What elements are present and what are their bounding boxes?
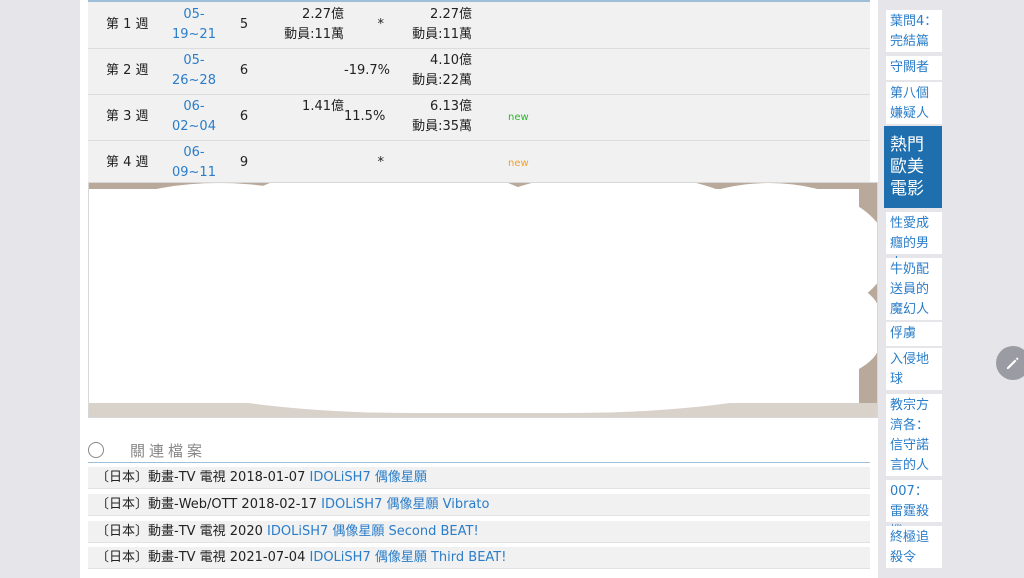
table-row: 第 4 週 06- 09~11 9 * new: [88, 140, 870, 186]
screen-count: 6: [239, 109, 249, 124]
related-files-title: 關連檔案: [130, 442, 207, 460]
screen-count: 5: [239, 17, 249, 32]
redaction-blot: [99, 243, 877, 413]
week-label: 第 3 週: [106, 109, 149, 124]
table-row: 第 2 週 05- 26~28 6 -19.7% 4.10億 動員:22萬: [88, 48, 870, 95]
week-label: 第 4 週: [106, 155, 149, 170]
sidebar-section-popular-western-movies[interactable]: 熱門歐美電影: [884, 126, 942, 208]
cumulative-total: 6.13億 動員:35萬: [412, 99, 472, 134]
related-item-link[interactable]: IDOLiSH7 偶像星願 Third BEAT!: [309, 550, 506, 565]
related-files-header: 關連檔案: [88, 436, 870, 464]
related-item-link[interactable]: IDOLiSH7 偶像星願: [309, 470, 426, 485]
related-item: 〔日本〕動畫-Web/OTT 2018-02-17 IDOLiSH7 偶像星願 …: [88, 494, 870, 516]
table-row: 第 1 週 05- 19~21 5 2.27億 動員:11萬 * 2.27億 動…: [88, 2, 870, 49]
weekly-change: *: [377, 155, 385, 170]
weekly-change: 11.5%: [344, 109, 386, 124]
week-date-link[interactable]: 05- 19~21: [170, 5, 218, 45]
pencil-icon: [1007, 357, 1019, 369]
edit-button[interactable]: [996, 346, 1024, 380]
sidebar-item-movie[interactable]: 葉問4：完結篇: [886, 10, 942, 52]
weekly-change: -19.7%: [344, 63, 390, 78]
box-office-table: 第 1 週 05- 19~21 5 2.27億 動員:11萬 * 2.27億 動…: [88, 0, 870, 182]
cumulative-total: 4.10億 動員:22萬: [412, 53, 472, 88]
screen-count: 9: [239, 155, 249, 170]
related-item-meta: 〔日本〕動畫-TV 電視 2018-01-07: [96, 470, 310, 485]
table-row: 第 3 週 06- 02~04 6 1.41億 11.5% 6.13億 動員:3…: [88, 94, 870, 141]
related-item: 〔日本〕動畫-TV 電視 2021-07-04 IDOLiSH7 偶像星願 Th…: [88, 547, 870, 569]
movie-poster-image: [88, 182, 878, 418]
weekly-change: *: [377, 17, 385, 32]
circle-icon: [88, 442, 104, 458]
cumulative-total: 2.27億 動員:11萬: [412, 7, 472, 42]
main-content: 第 1 週 05- 19~21 5 2.27億 動員:11萬 * 2.27億 動…: [80, 0, 878, 578]
week-date-link[interactable]: 06- 09~11: [170, 143, 218, 183]
weekly-amount: 2.27億 動員:11萬: [284, 7, 344, 42]
sidebar-item-movie[interactable]: 007：雷霆殺機: [886, 480, 942, 539]
week-label: 第 1 週: [106, 17, 149, 32]
sidebar-item-movie[interactable]: 終極追殺令: [886, 526, 942, 568]
week-date-link[interactable]: 05- 26~28: [170, 51, 218, 91]
related-item-meta: 〔日本〕動畫-TV 電視 2021-07-04: [96, 550, 310, 565]
divider: [88, 462, 870, 463]
sidebar-item-movie[interactable]: 第八個嫌疑人: [886, 82, 942, 124]
screen-count: 6: [239, 63, 249, 78]
weekly-amount: 1.41億: [302, 99, 344, 114]
week-label: 第 2 週: [106, 63, 149, 78]
sidebar-item-movie[interactable]: 入侵地球: [886, 348, 942, 390]
sidebar-item-movie[interactable]: 俘虜: [886, 322, 942, 346]
related-item: 〔日本〕動畫-TV 電視 2018-01-07 IDOLiSH7 偶像星願: [88, 467, 870, 489]
new-badge: new: [508, 112, 529, 123]
sidebar: 葉問4：完結篇 守闕者 第八個嫌疑人 熱門歐美電影 性愛成癮的男人 牛奶配送員的…: [884, 0, 944, 578]
related-item-meta: 〔日本〕動畫-TV 電視 2020: [96, 524, 268, 539]
related-item: 〔日本〕動畫-TV 電視 2020 IDOLiSH7 偶像星願 Second B…: [88, 521, 870, 543]
sidebar-item-movie[interactable]: 教宗方濟各：信守諾言的人: [886, 394, 942, 476]
related-item-meta: 〔日本〕動畫-Web/OTT 2018-02-17: [96, 497, 322, 512]
sidebar-item-movie[interactable]: 性愛成癮的男人: [886, 212, 942, 271]
new-badge: new: [508, 158, 529, 169]
sidebar-item-movie[interactable]: 牛奶配送員的魔幻人生: [886, 258, 942, 337]
related-item-link[interactable]: IDOLiSH7 偶像星願 Vibrato: [321, 497, 489, 512]
sidebar-item-movie[interactable]: 守闕者: [886, 56, 942, 80]
week-date-link[interactable]: 06- 02~04: [170, 97, 218, 137]
related-item-link[interactable]: IDOLiSH7 偶像星願 Second BEAT!: [267, 524, 479, 539]
